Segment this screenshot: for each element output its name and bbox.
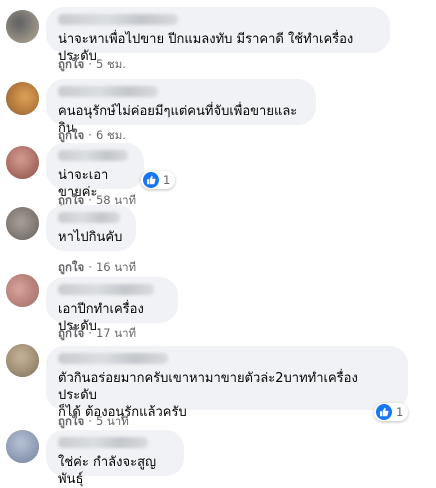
comment-meta: ถูกใจ · 5 นาที (58, 413, 129, 431)
author-name-blurred[interactable] (58, 212, 120, 223)
comment-bubble: หาไปกินคับ (46, 205, 136, 251)
comment-text: ใช่ค่ะ กำลังจะสูญพันธุ์ (58, 455, 157, 487)
comment-text: หาไปกินคับ (58, 230, 123, 245)
thumbs-up-icon (376, 404, 392, 420)
avatar[interactable] (6, 344, 39, 377)
thumbs-up-icon (143, 172, 159, 188)
comment-bubble: น่าจะหาเพื่อไปขาย ปีกแมลงทับ มีราคาดี ใช… (46, 7, 390, 64)
avatar[interactable] (6, 274, 39, 307)
avatar[interactable] (6, 146, 39, 179)
timestamp[interactable]: 5 นาที (96, 414, 129, 428)
like-link[interactable]: ถูกใจ (58, 57, 84, 71)
reaction-count: 1 (163, 173, 171, 187)
separator-dot: · (88, 326, 92, 340)
comment-meta: ถูกใจ · 16 นาที (58, 259, 136, 277)
author-name-blurred[interactable] (58, 86, 158, 97)
author-name-blurred[interactable] (58, 150, 128, 161)
separator-dot: · (88, 128, 92, 142)
avatar[interactable] (6, 207, 39, 240)
comment-bubble: คนอนุรักษ์ไม่ค่อยมีๆแต่คนที่จับเพื่อขายแ… (46, 79, 316, 136)
comment-bubble: น่าจะเอาขายค่ะ (46, 143, 144, 200)
separator-dot: · (88, 414, 92, 428)
comment-meta: ถูกใจ · 17 นาที (58, 325, 136, 343)
author-name-blurred[interactable] (58, 353, 168, 364)
timestamp[interactable]: 5 ชม. (96, 57, 126, 71)
author-name-blurred[interactable] (58, 14, 178, 25)
like-link[interactable]: ถูกใจ (58, 128, 84, 142)
separator-dot: · (88, 57, 92, 71)
like-link[interactable]: ถูกใจ (58, 414, 84, 428)
reaction-count: 1 (396, 405, 404, 419)
avatar[interactable] (6, 10, 39, 43)
comment-bubble: เอาปีกทำเครื่องประดับ. (46, 277, 178, 334)
like-link[interactable]: ถูกใจ (58, 326, 84, 340)
avatar[interactable] (6, 430, 39, 463)
timestamp[interactable]: 17 นาที (96, 326, 136, 340)
timestamp[interactable]: 16 นาที (96, 260, 136, 274)
separator-dot: · (88, 260, 92, 274)
comment-meta: ถูกใจ · 5 ชม. (58, 56, 126, 74)
like-link[interactable]: ถูกใจ (58, 260, 84, 274)
author-name-blurred[interactable] (58, 437, 148, 448)
avatar[interactable] (6, 82, 39, 115)
comment-bubble: ใช่ค่ะ กำลังจะสูญพันธุ์ (46, 430, 184, 487)
timestamp[interactable]: 6 ชม. (96, 128, 126, 142)
comment-bubble: ตัวกินอร่อยมากครับเขาหามาขายตัวล่ะ2บาททำ… (46, 346, 408, 420)
reaction-badge[interactable]: 1 (374, 403, 409, 421)
reaction-badge[interactable]: 1 (141, 171, 176, 189)
author-name-blurred[interactable] (58, 284, 154, 295)
